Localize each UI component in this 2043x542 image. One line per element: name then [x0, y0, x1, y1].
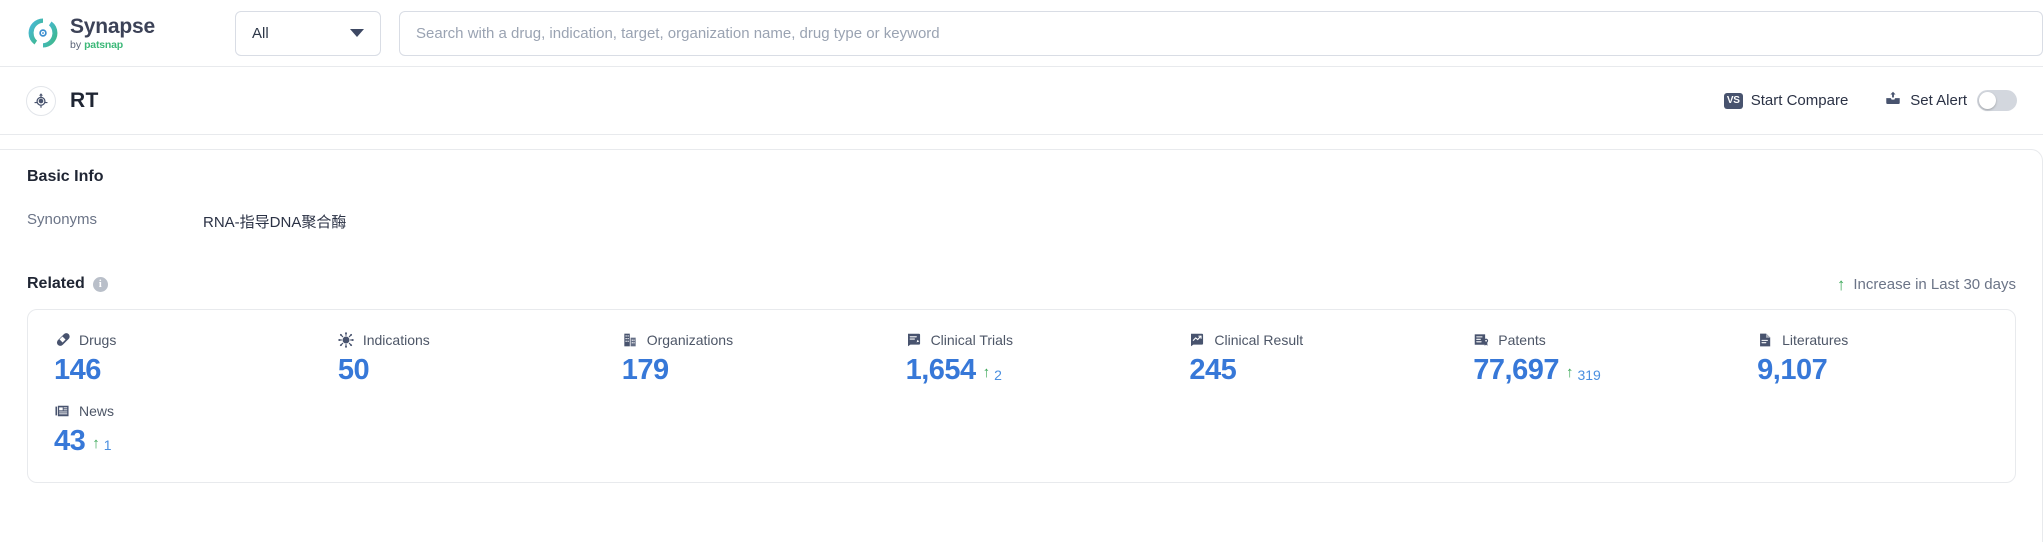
- stat-label: Patents: [1498, 332, 1545, 348]
- stat-indications[interactable]: Indications 50: [312, 332, 596, 387]
- target-icon: [26, 86, 56, 116]
- related-header: Related i ↑ Increase in Last 30 days: [27, 275, 2042, 293]
- search-field-wrapper[interactable]: [399, 11, 2043, 56]
- page-title: RT: [70, 89, 99, 113]
- stat-organizations[interactable]: Organizations 179: [596, 332, 880, 387]
- stat-label: Organizations: [647, 332, 733, 348]
- increase-legend-label: Increase in Last 30 days: [1853, 276, 2016, 293]
- stat-delta: ↑ 319: [1566, 367, 1601, 383]
- stat-label: Indications: [363, 332, 430, 348]
- entity-header-bar: RT VS Start Compare Set Alert: [0, 67, 2043, 135]
- stat-label: Clinical Trials: [931, 332, 1013, 348]
- set-alert-button[interactable]: Set Alert: [1884, 90, 2017, 112]
- stat-delta: ↑ 1: [92, 437, 111, 453]
- pill-icon: [54, 332, 70, 348]
- increase-legend: ↑ Increase in Last 30 days: [1837, 276, 2016, 293]
- stat-clinical-result[interactable]: Clinical Result 245: [1163, 332, 1447, 387]
- top-search-bar: Synapse by patsnap All: [0, 0, 2043, 67]
- stat-label: Drugs: [79, 332, 116, 348]
- detail-panel: Basic Info Synonyms RNA-指导DNA聚合酶 Related…: [0, 149, 2043, 542]
- stat-label: News: [79, 403, 114, 419]
- arrow-up-icon: ↑: [983, 365, 991, 380]
- organization-icon: [622, 332, 638, 348]
- vs-badge-icon: VS: [1724, 93, 1743, 109]
- literature-icon: [1757, 332, 1773, 348]
- stat-value: 50: [338, 355, 369, 387]
- set-alert-label: Set Alert: [1910, 92, 1967, 109]
- entity-actions: VS Start Compare Set Alert: [1724, 90, 2017, 112]
- basic-info-title: Basic Info: [27, 168, 2042, 186]
- brand-company: patsnap: [84, 40, 123, 51]
- synonyms-value: RNA-指导DNA聚合酶: [203, 211, 346, 232]
- news-icon: [54, 403, 70, 419]
- stat-value: 1,654: [906, 355, 976, 387]
- virus-icon: [338, 332, 354, 348]
- stat-value: 146: [54, 355, 101, 387]
- clinical-trial-icon: [906, 332, 922, 348]
- stat-value: 77,697: [1473, 355, 1559, 387]
- synonyms-label: Synonyms: [27, 211, 203, 232]
- start-compare-label: Start Compare: [1751, 92, 1849, 109]
- stat-value: 43: [54, 426, 85, 458]
- search-input[interactable]: [416, 25, 2026, 42]
- brand-by: by: [70, 40, 81, 51]
- brand-logo[interactable]: Synapse by patsnap: [26, 16, 206, 51]
- synapse-logo-icon: [26, 16, 60, 50]
- stat-label: Literatures: [1782, 332, 1848, 348]
- stat-label: Clinical Result: [1214, 332, 1303, 348]
- stat-value: 245: [1189, 355, 1236, 387]
- info-icon[interactable]: i: [93, 277, 108, 292]
- stat-delta-value: 319: [1577, 367, 1600, 383]
- related-stats-grid: Drugs 146: [28, 332, 2015, 458]
- stat-clinical-trials[interactable]: Clinical Trials 1,654 ↑ 2: [880, 332, 1164, 387]
- search-scope-value: All: [252, 25, 269, 42]
- stat-delta-value: 2: [994, 367, 1002, 383]
- stat-value: 9,107: [1757, 355, 1827, 387]
- patent-icon: [1473, 332, 1489, 348]
- arrow-up-icon: ↑: [1837, 276, 1846, 293]
- chevron-down-icon: [350, 29, 364, 37]
- search-scope-select[interactable]: All: [235, 11, 381, 56]
- stat-value: 179: [622, 355, 669, 387]
- entity-identity: RT: [26, 86, 99, 116]
- synonyms-row: Synonyms RNA-指导DNA聚合酶: [27, 211, 2042, 232]
- arrow-up-icon: ↑: [1566, 365, 1574, 380]
- stat-patents[interactable]: Patents 77,697 ↑ 319: [1447, 332, 1731, 387]
- alert-inbox-icon: [1884, 90, 1902, 112]
- stat-news[interactable]: News 43 ↑ 1: [28, 403, 312, 458]
- arrow-up-icon: ↑: [92, 436, 100, 451]
- stat-literatures[interactable]: Literatures 9,107: [1731, 332, 2015, 387]
- brand-name: Synapse: [70, 16, 155, 37]
- stat-delta: ↑ 2: [983, 367, 1002, 383]
- start-compare-button[interactable]: VS Start Compare: [1724, 92, 1849, 109]
- related-title: Related: [27, 275, 85, 293]
- stat-delta-value: 1: [104, 437, 112, 453]
- set-alert-toggle[interactable]: [1977, 90, 2017, 111]
- clinical-result-icon: [1189, 332, 1205, 348]
- stat-drugs[interactable]: Drugs 146: [28, 332, 312, 387]
- related-stats-card: Drugs 146: [27, 309, 2016, 483]
